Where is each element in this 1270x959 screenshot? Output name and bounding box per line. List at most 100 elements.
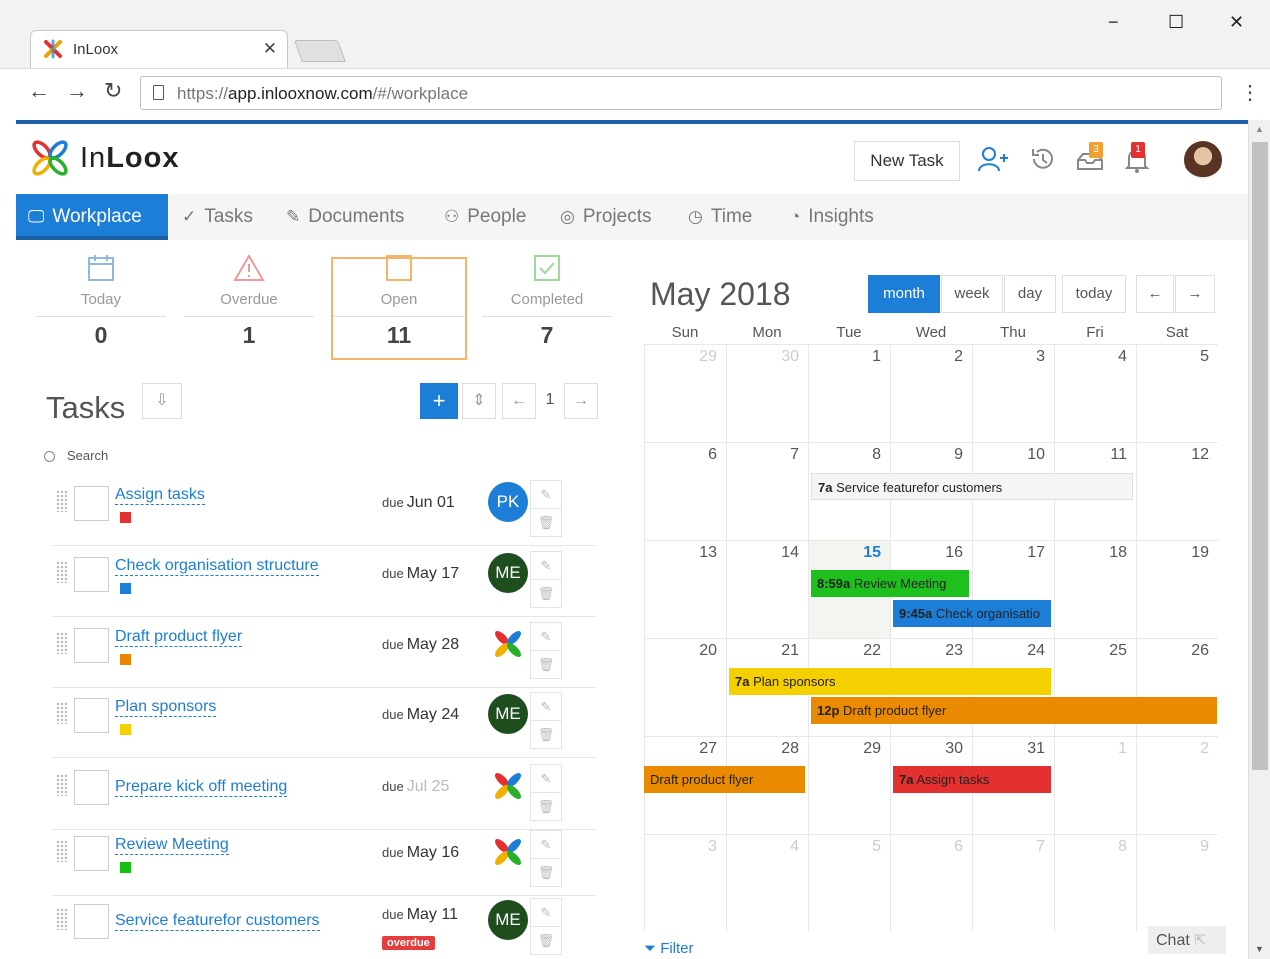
delete-trash-icon[interactable]: 🗑 <box>530 792 562 821</box>
drag-handle-icon[interactable] <box>56 632 68 654</box>
add-user-icon[interactable] <box>978 146 1008 178</box>
delete-trash-icon[interactable]: 🗑 <box>530 858 562 887</box>
forward-arrow-icon[interactable]: → <box>66 78 88 104</box>
task-search[interactable]: Search <box>44 448 108 463</box>
calendar-event[interactable]: 7a Plan sponsors <box>729 668 1051 695</box>
delete-trash-icon[interactable]: 🗑 <box>530 579 562 608</box>
calendar-day-cell[interactable]: 29 <box>808 736 890 834</box>
nav-insights[interactable]: ◔ Insights <box>778 194 886 240</box>
calendar-next-button[interactable]: → <box>1175 275 1215 313</box>
search-input[interactable]: Search <box>67 448 108 463</box>
calendar-day-cell[interactable]: 5 <box>1136 344 1218 442</box>
page-scrollbar[interactable]: ▲ ▼ <box>1248 120 1270 959</box>
calendar-day-cell[interactable]: 29 <box>644 344 726 442</box>
next-page-button[interactable]: → <box>564 383 598 419</box>
delete-trash-icon[interactable]: 🗑 <box>530 650 562 679</box>
calendar-day-cell[interactable]: 30 <box>726 344 808 442</box>
reload-icon[interactable]: ↻ <box>104 78 122 104</box>
drag-handle-icon[interactable] <box>56 702 68 724</box>
calendar-day-cell[interactable]: 18 <box>1054 540 1136 638</box>
calendar-day-cell[interactable]: 7 <box>726 442 808 540</box>
calendar-day-cell[interactable]: 13 <box>644 540 726 638</box>
task-checkbox[interactable] <box>74 836 109 871</box>
task-checkbox[interactable] <box>74 904 109 939</box>
task-checkbox[interactable] <box>74 557 109 592</box>
calendar-day-cell[interactable]: 9 <box>1136 834 1218 932</box>
task-checkbox[interactable] <box>74 698 109 733</box>
task-name[interactable]: Check organisation structure <box>115 557 319 576</box>
inloox-assignee-icon[interactable] <box>488 832 528 872</box>
task-checkbox[interactable] <box>74 770 109 805</box>
assignee-avatar[interactable]: PK <box>488 482 528 522</box>
edit-pencil-icon[interactable]: ✎ <box>530 764 562 793</box>
calendar-day-cell[interactable]: 5 <box>808 834 890 932</box>
calendar-event[interactable]: 8:59a Review Meeting <box>811 570 969 597</box>
task-name[interactable]: Plan sponsors <box>115 698 217 717</box>
task-checkbox[interactable] <box>74 486 109 521</box>
inloox-assignee-icon[interactable] <box>488 766 528 806</box>
nav-workplace[interactable]: 🖵 Workplace <box>16 194 168 240</box>
nav-tasks[interactable]: ✓ Tasks <box>170 194 265 240</box>
delete-trash-icon[interactable]: 🗑 <box>530 508 562 537</box>
calendar-day-cell[interactable]: 19 <box>1136 540 1218 638</box>
calendar-day-cell[interactable]: 6 <box>644 442 726 540</box>
user-avatar[interactable] <box>1184 141 1222 179</box>
scroll-thumb[interactable] <box>1252 142 1268 770</box>
edit-pencil-icon[interactable]: ✎ <box>530 692 562 721</box>
scroll-up-icon[interactable]: ▲ <box>1255 124 1264 134</box>
calendar-event[interactable]: 7a Assign tasks <box>893 766 1051 793</box>
view-week-button[interactable]: week <box>941 275 1003 313</box>
stat-today[interactable]: Today 0 <box>36 254 166 349</box>
sort-button[interactable]: ⇕ <box>462 383 496 419</box>
assignee-avatar[interactable]: ME <box>488 553 528 593</box>
delete-trash-icon[interactable]: 🗑 <box>530 926 562 955</box>
back-arrow-icon[interactable]: ← <box>28 78 50 104</box>
chat-button[interactable]: Chat ⇱ <box>1148 926 1226 954</box>
calendar-day-cell[interactable]: 2 <box>890 344 972 442</box>
calendar-day-cell[interactable]: 2 <box>1136 736 1218 834</box>
drag-handle-icon[interactable] <box>56 908 68 930</box>
edit-pencil-icon[interactable]: ✎ <box>530 830 562 859</box>
delete-trash-icon[interactable]: 🗑 <box>530 720 562 749</box>
scroll-down-icon[interactable]: ▼ <box>1255 944 1264 954</box>
minimize-button[interactable]: − <box>1108 12 1119 33</box>
maximize-button[interactable]: ☐ <box>1168 12 1184 33</box>
stat-open[interactable]: Open 11 <box>333 254 465 349</box>
new-tab-button[interactable] <box>293 40 347 62</box>
calendar-day-cell[interactable]: 12 <box>1136 442 1218 540</box>
assignee-avatar[interactable]: ME <box>488 694 528 734</box>
calendar-day-cell[interactable]: 8 <box>1054 834 1136 932</box>
calendar-day-cell[interactable]: 4 <box>1054 344 1136 442</box>
prev-page-button[interactable]: ← <box>502 383 536 419</box>
edit-pencil-icon[interactable]: ✎ <box>530 898 562 927</box>
nav-projects[interactable]: ◎ Projects <box>548 194 663 240</box>
task-checkbox[interactable] <box>74 628 109 663</box>
edit-pencil-icon[interactable]: ✎ <box>530 480 562 509</box>
view-month-button[interactable]: month <box>868 275 940 313</box>
calendar-day-cell[interactable]: 3 <box>972 344 1054 442</box>
today-button[interactable]: today <box>1062 275 1126 313</box>
filter-link[interactable]: ⏷ Filter <box>644 940 694 957</box>
drag-handle-icon[interactable] <box>56 774 68 796</box>
calendar-day-cell[interactable]: 14 <box>726 540 808 638</box>
calendar-event[interactable]: 7a Service featurefor customers <box>811 473 1133 500</box>
calendar-day-cell[interactable]: 4 <box>726 834 808 932</box>
calendar-event[interactable]: 9:45a Check organisatio <box>893 600 1051 627</box>
calendar-day-cell[interactable]: 20 <box>644 638 726 736</box>
task-name[interactable]: Service featurefor customers <box>115 912 320 931</box>
task-name[interactable]: Prepare kick off meeting <box>115 778 288 797</box>
close-window-button[interactable]: ✕ <box>1229 12 1244 33</box>
calendar-day-cell[interactable]: 1 <box>808 344 890 442</box>
nav-people[interactable]: ⚇ People <box>432 194 538 240</box>
edit-pencil-icon[interactable]: ✎ <box>530 551 562 580</box>
export-button[interactable]: ⇩ <box>142 383 182 419</box>
stat-overdue[interactable]: Overdue 1 <box>184 254 314 349</box>
view-day-button[interactable]: day <box>1004 275 1056 313</box>
calendar-prev-button[interactable]: ← <box>1136 275 1174 313</box>
drag-handle-icon[interactable] <box>56 840 68 862</box>
nav-documents[interactable]: ✎ Documents <box>274 194 416 240</box>
address-bar[interactable]: https://app.inlooxnow.com/#/workplace <box>140 76 1222 110</box>
stat-completed[interactable]: Completed 7 <box>482 254 612 349</box>
calendar-day-cell[interactable]: 1 <box>1054 736 1136 834</box>
calendar-day-cell[interactable]: 3 <box>644 834 726 932</box>
